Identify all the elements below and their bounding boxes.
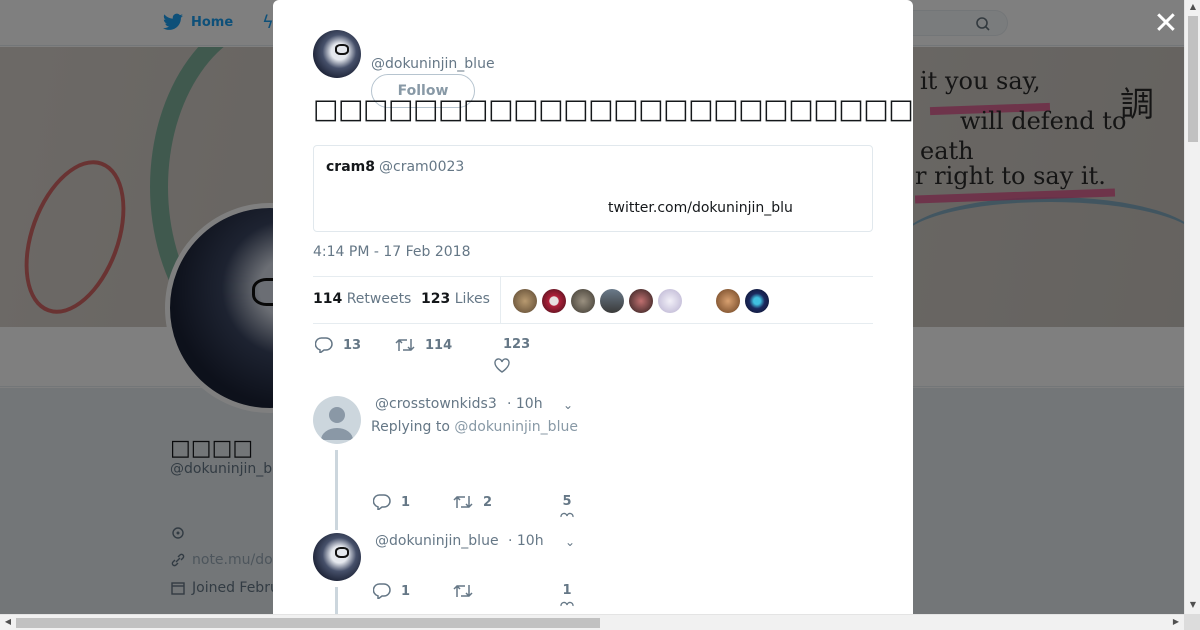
heart-icon — [494, 358, 510, 373]
reply-handle[interactable]: @crosstownkids3 — [375, 396, 497, 412]
scroll-down-arrow-icon[interactable]: ▼ — [1188, 600, 1198, 612]
retweet-icon — [453, 495, 473, 509]
author-avatar[interactable] — [313, 533, 361, 581]
tweet-modal: @dokuninjin_blue Follow □□□□□□□□□□□□□□□□… — [273, 0, 913, 614]
retweets-stat[interactable]: 114 Retweets — [313, 291, 411, 307]
reply-icon — [315, 337, 333, 353]
tweet-text: □□□□□□□□□□□□□□□□□□□□□□□□□□□□□□□□□□□□□□□□… — [313, 94, 913, 125]
likes-label: Likes — [454, 291, 490, 307]
like-button[interactable]: 123 — [494, 337, 531, 373]
reply-like-button[interactable]: 1 — [560, 583, 574, 607]
tweet-timestamp[interactable]: 4:14 PM - 17 Feb 2018 — [313, 244, 471, 260]
quote-author-name: cram8 — [326, 159, 375, 175]
tweet-actions: 13 114 123 — [313, 337, 613, 377]
horizontal-scroll-thumb[interactable] — [16, 618, 600, 628]
liker-avatar[interactable] — [513, 289, 537, 313]
liker-avatar[interactable] — [571, 289, 595, 313]
liker-avatar[interactable] — [745, 289, 769, 313]
horizontal-scrollbar[interactable]: ◀ ▶ — [0, 614, 1184, 630]
quote-link[interactable]: twitter.com/dokuninjin_blu — [608, 200, 793, 216]
retweet-icon — [395, 338, 415, 352]
like-count: 123 — [503, 337, 531, 352]
reply-icon — [373, 494, 391, 510]
vertical-scrollbar[interactable]: ▲ ▼ — [1184, 0, 1200, 614]
reply-count: 1 — [401, 494, 411, 510]
stats-divider — [500, 277, 501, 323]
like-count: 5 — [562, 494, 572, 509]
scroll-right-arrow-icon[interactable]: ▶ — [1170, 617, 1182, 629]
likes-count: 123 — [421, 291, 451, 307]
reply-handle[interactable]: @dokuninjin_blue — [375, 533, 499, 549]
reply-tweet[interactable]: @crosstownkids3 · 10h ⌄ Replying to @dok… — [313, 396, 873, 530]
tweet-stats: 114 Retweets 123 Likes — [313, 276, 873, 324]
reply-retweet-button[interactable] — [453, 583, 473, 599]
chevron-down-icon[interactable]: ⌄ — [565, 535, 575, 549]
retweets-label: Retweets — [346, 291, 412, 307]
reply-reply-button[interactable]: 1 — [373, 494, 410, 510]
liker-avatar[interactable] — [600, 289, 624, 313]
thread-line — [335, 450, 338, 530]
scrollbar-corner — [1184, 614, 1200, 630]
retweets-count: 114 — [313, 291, 343, 307]
scroll-left-arrow-icon[interactable]: ◀ — [2, 617, 14, 629]
reply-icon — [373, 583, 391, 599]
replying-to-handle[interactable]: @dokuninjin_blue — [454, 419, 578, 435]
quote-author-handle: @cram0023 — [379, 159, 465, 175]
default-avatar[interactable] — [313, 396, 361, 444]
quoted-tweet[interactable]: cram8 @cram0023 twitter.com/dokuninjin_b… — [313, 145, 873, 232]
like-count: 1 — [562, 583, 572, 598]
reply-time[interactable]: · 10h — [508, 533, 544, 549]
liker-avatar[interactable] — [658, 289, 682, 313]
retweet-count: 2 — [483, 494, 493, 510]
reply-tweet[interactable]: @dokuninjin_blue · 10h ⌄ 1 1 — [313, 533, 873, 614]
reply-button[interactable]: 13 — [315, 337, 361, 353]
replying-to: Replying to @dokuninjin_blue — [371, 419, 578, 435]
liker-avatar[interactable] — [629, 289, 653, 313]
reply-like-button[interactable]: 5 — [560, 494, 574, 518]
author-handle[interactable]: @dokuninjin_blue — [371, 56, 495, 72]
thread-line — [335, 587, 338, 614]
reply-count: 1 — [401, 583, 411, 599]
heart-icon — [560, 601, 574, 607]
likes-stat[interactable]: 123 Likes — [421, 291, 490, 307]
reply-time[interactable]: · 10h — [507, 396, 543, 412]
heart-icon — [560, 512, 574, 518]
replying-prefix: Replying to — [371, 419, 450, 435]
default-avatar-icon — [321, 407, 353, 440]
retweet-count: 114 — [425, 337, 453, 353]
liker-avatar[interactable] — [542, 289, 566, 313]
chevron-down-icon[interactable]: ⌄ — [563, 398, 573, 412]
reply-retweet-button[interactable]: 2 — [453, 494, 492, 510]
vertical-scroll-thumb[interactable] — [1188, 16, 1198, 142]
author-avatar[interactable] — [313, 30, 361, 78]
close-icon[interactable]: ✕ — [1152, 9, 1180, 39]
scroll-up-arrow-icon[interactable]: ▲ — [1188, 2, 1198, 14]
liker-avatar[interactable] — [716, 289, 740, 313]
reply-count: 13 — [343, 337, 362, 353]
retweet-button[interactable]: 114 — [395, 337, 452, 353]
reply-reply-button[interactable]: 1 — [373, 583, 410, 599]
retweet-icon — [453, 584, 473, 598]
